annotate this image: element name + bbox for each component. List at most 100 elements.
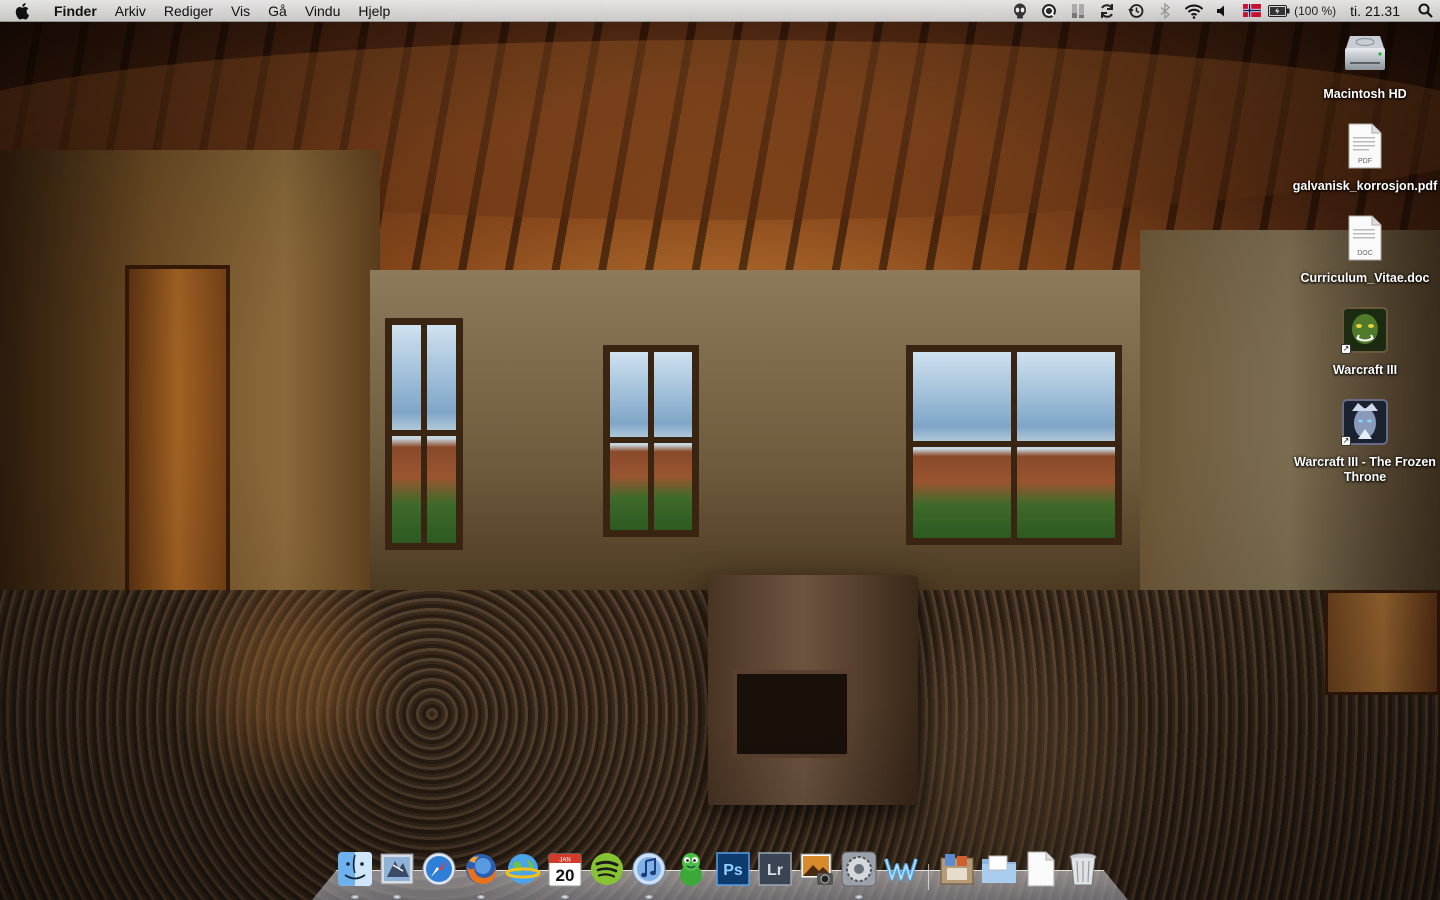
- ical-icon: JAN 20: [548, 853, 582, 887]
- file-icon: [1027, 851, 1055, 887]
- network-globe-icon: [505, 854, 541, 884]
- dock-firefox[interactable]: [460, 848, 502, 899]
- desktop-wallpaper: [0, 0, 1440, 900]
- apple-icon: [15, 2, 30, 19]
- safari-icon: [422, 852, 456, 886]
- firefox-icon: [466, 854, 497, 885]
- menu-hjelp[interactable]: Hjelp: [349, 0, 399, 22]
- lightroom-icon: Lr: [758, 852, 792, 886]
- dock-adium[interactable]: [670, 848, 712, 890]
- menu-ga[interactable]: Gå: [259, 0, 296, 22]
- desktop-icon-label: Curriculum_Vitae.doc: [1300, 271, 1430, 285]
- desktop-icon-pdf-file[interactable]: PDF galvanisk_korrosjon.pdf: [1290, 120, 1440, 212]
- status-sync-menu[interactable]: [1092, 0, 1121, 22]
- sync-icon: [1100, 3, 1113, 18]
- dock-finder[interactable]: [334, 848, 376, 899]
- desktop-icon-macintosh-hd[interactable]: Macintosh HD: [1290, 28, 1440, 120]
- svg-text:PDF: PDF: [1358, 158, 1372, 165]
- activity-meter-icon: [1071, 3, 1084, 18]
- frozen-throne-app-icon: ↗: [1339, 396, 1391, 448]
- time-machine-icon: [1127, 3, 1144, 18]
- dock-lightroom[interactable]: Lr: [754, 848, 796, 890]
- dock-applications-stack[interactable]: [936, 848, 978, 890]
- menu-bar-left: Finder Arkiv Rediger Vis Gå Vindu Hjelp: [0, 0, 399, 21]
- adium-icon: [680, 853, 702, 886]
- search-icon: [1418, 3, 1433, 18]
- spotify-icon: [591, 853, 623, 885]
- running-indicator: [393, 895, 401, 899]
- desktop-icon-label: Warcraft III - The Frozen Throne: [1294, 455, 1436, 484]
- desktop-icons: Macintosh HD PDF galvanisk_korrosjon.pdf: [1290, 28, 1440, 496]
- desktop-icon-label: Warcraft III: [1332, 363, 1398, 377]
- menu-clock[interactable]: ti. 21.31: [1340, 3, 1410, 19]
- status-bluetooth-menu[interactable]: [1150, 0, 1179, 22]
- dock-ical[interactable]: JAN 20: [544, 848, 586, 899]
- apple-menu[interactable]: [0, 0, 46, 22]
- photoshop-icon: Ps: [716, 852, 750, 886]
- pdf-document-icon: PDF: [1339, 120, 1391, 172]
- system-preferences-icon: [841, 851, 877, 887]
- itunes-icon: [632, 852, 666, 886]
- status-battery-menu[interactable]: [1266, 0, 1292, 22]
- running-indicator: [855, 895, 863, 899]
- trash-icon: [1069, 853, 1097, 886]
- alias-arrow-icon: ↗: [1341, 344, 1351, 354]
- dock-image-capture[interactable]: [796, 848, 838, 890]
- wifi-icon: [1184, 4, 1203, 19]
- svg-text:DOC: DOC: [1357, 250, 1373, 257]
- alias-arrow-icon: ↗: [1341, 436, 1351, 446]
- menu-vindu[interactable]: Vindu: [296, 0, 350, 22]
- svg-text:JAN: JAN: [559, 858, 570, 864]
- dock-spotify[interactable]: [586, 848, 628, 890]
- menu-app-finder[interactable]: Finder: [46, 0, 106, 22]
- status-volume-menu[interactable]: [1208, 0, 1237, 22]
- menu-bar-extras: (100 %) ti. 21.31: [1005, 0, 1440, 21]
- dock: JAN 20 Ps Lr: [312, 846, 1128, 900]
- desktop-icon-label: galvanisk_korrosjon.pdf: [1292, 179, 1438, 193]
- dock-safari[interactable]: [418, 848, 460, 890]
- warcraft-app-icon: ↗: [1339, 304, 1391, 356]
- wine-icon: [884, 858, 918, 881]
- alien-icon: [1013, 3, 1026, 18]
- desktop-icon-warcraft-iii[interactable]: ↗ Warcraft III: [1290, 304, 1440, 396]
- status-quicksilver-menu[interactable]: [1034, 0, 1063, 22]
- status-alien-menu[interactable]: [1005, 0, 1034, 22]
- svg-text:Ps: Ps: [723, 862, 743, 879]
- norway-flag-icon: [1242, 4, 1261, 17]
- spotlight-button[interactable]: [1410, 0, 1440, 22]
- documents-folder-icon: [982, 855, 1016, 883]
- volume-icon: [1216, 5, 1224, 16]
- status-meter-menu[interactable]: [1063, 0, 1092, 22]
- battery-icon: [1268, 4, 1290, 17]
- image-capture-icon: [800, 853, 833, 885]
- menu-bar: Finder Arkiv Rediger Vis Gå Vindu Hjelp: [0, 0, 1440, 22]
- dock-documents-folder[interactable]: [978, 848, 1020, 890]
- wallpaper-vignette: [0, 0, 1440, 900]
- dock-photoshop[interactable]: Ps: [712, 848, 754, 890]
- dock-wine[interactable]: [880, 848, 922, 890]
- bluetooth-icon: [1160, 2, 1170, 19]
- desktop-icon-doc-file[interactable]: DOC Curriculum_Vitae.doc: [1290, 212, 1440, 304]
- desktop-icon-label: Macintosh HD: [1323, 87, 1407, 101]
- svg-text:20: 20: [556, 866, 575, 885]
- quicksilver-icon: [1041, 3, 1056, 18]
- status-wifi-menu[interactable]: [1179, 0, 1208, 22]
- applications-stack-icon: [940, 854, 974, 885]
- doc-document-icon: DOC: [1339, 212, 1391, 264]
- menu-vis[interactable]: Vis: [222, 0, 259, 22]
- battery-percentage: (100 %): [1294, 3, 1337, 18]
- dock-network-utility[interactable]: [502, 848, 544, 890]
- desktop-icon-frozen-throne[interactable]: ↗ Warcraft III - The Frozen Throne: [1290, 396, 1440, 496]
- dock-mail[interactable]: [376, 848, 418, 899]
- dock-file[interactable]: [1020, 848, 1062, 890]
- dock-trash[interactable]: [1062, 848, 1104, 890]
- menu-rediger[interactable]: Rediger: [155, 0, 222, 22]
- status-time-machine-menu[interactable]: [1121, 0, 1150, 22]
- running-indicator: [561, 895, 569, 899]
- dock-itunes[interactable]: [628, 848, 670, 899]
- dock-items: JAN 20 Ps Lr: [334, 846, 1104, 899]
- status-input-source-menu[interactable]: [1237, 0, 1266, 22]
- running-indicator: [477, 895, 485, 899]
- dock-system-preferences[interactable]: [838, 848, 880, 899]
- menu-arkiv[interactable]: Arkiv: [106, 0, 155, 22]
